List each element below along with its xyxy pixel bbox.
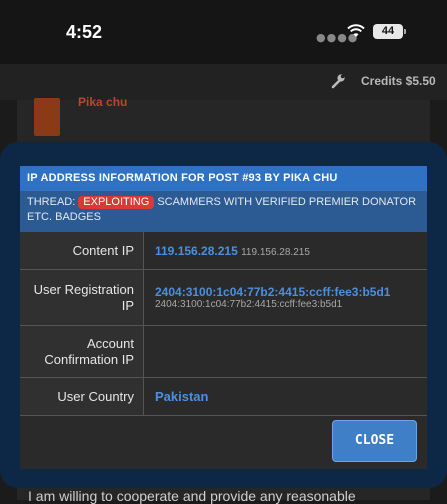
wrench-icon[interactable]	[330, 73, 346, 89]
row-label: User Registration IP	[20, 270, 144, 325]
row-label: User Country	[20, 378, 144, 415]
credits-link[interactable]: Credits $5.50	[361, 74, 436, 88]
avatar	[34, 98, 60, 136]
user-country-value: Pakistan	[155, 389, 209, 404]
content-ip-link[interactable]: 119.156.28.215	[155, 244, 238, 258]
close-button[interactable]: CLOSE	[332, 420, 417, 462]
thread-info: THREAD: EXPLOITING SCAMMERS WITH VERIFIED …	[20, 191, 427, 232]
post-body-text: I am willing to cooperate and provide an…	[28, 488, 356, 504]
battery-icon: 44	[373, 24, 403, 39]
dialog-title: IP ADDRESS INFORMATION FOR POST #93 BY P…	[20, 166, 427, 191]
registration-ip-host: 2404:3100:1c04:77b2:4415:ccff:fee3:b5d1	[155, 299, 343, 310]
row-label: Account Confirmation IP	[20, 326, 144, 377]
content-ip-host: 119.156.28.215	[241, 246, 310, 258]
battery-tip	[404, 29, 406, 34]
post-author-name[interactable]: Pika chu	[78, 95, 127, 109]
registration-ip-link[interactable]: 2404:3100:1c04:77b2:4415:ccff:fee3:b5d1	[155, 285, 421, 299]
wifi-icon	[347, 24, 365, 37]
info-row-content-ip: Content IP 119.156.28.215 119.156.28.215	[20, 232, 427, 270]
status-bar: 4:52 ●●●● 44	[0, 0, 447, 64]
row-label: Content IP	[20, 232, 144, 269]
ip-info-dialog: IP ADDRESS INFORMATION FOR POST #93 BY P…	[20, 166, 427, 469]
info-row-registration-ip: User Registration IP 2404:3100:1c04:77b2…	[20, 270, 427, 326]
dialog-footer: CLOSE	[20, 416, 427, 469]
thread-prefix-label: THREAD:	[27, 196, 76, 208]
info-row-confirmation-ip: Account Confirmation IP	[20, 326, 427, 378]
thread-prefix-badge: EXPLOITING	[78, 196, 155, 209]
status-time: 4:52	[66, 22, 103, 42]
info-row-country: User Country Pakistan	[20, 378, 427, 416]
